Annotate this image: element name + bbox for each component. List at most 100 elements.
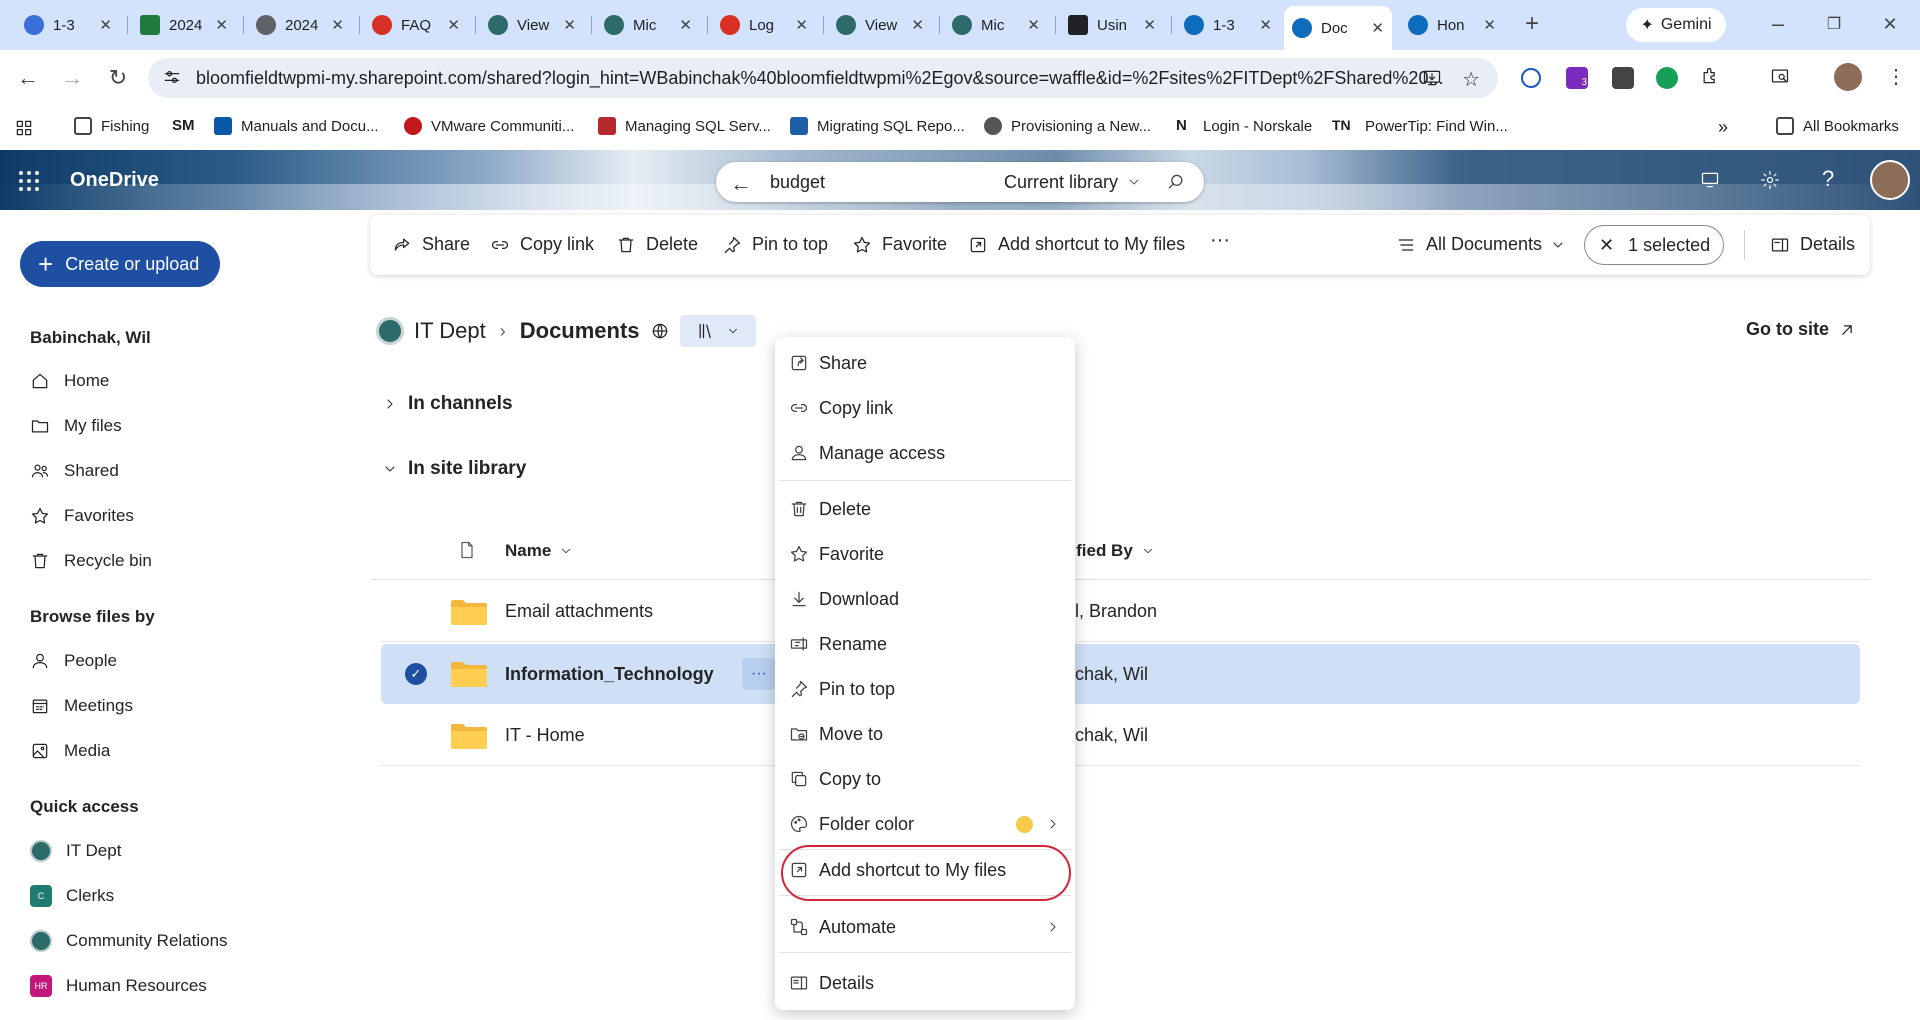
view-switcher[interactable]: All Documents <box>1396 234 1576 255</box>
browser-tab[interactable]: 1-3 ✕ <box>1176 8 1280 42</box>
back-button[interactable]: ← <box>14 64 42 92</box>
more-commands-button[interactable]: ··· <box>1210 229 1230 252</box>
gemini-button[interactable]: ✦ Gemini <box>1626 8 1726 42</box>
search-icon[interactable] <box>1166 172 1186 192</box>
close-icon[interactable]: ✕ <box>1473 16 1496 34</box>
monitor-icon[interactable] <box>1700 170 1720 190</box>
close-icon[interactable]: ✕ <box>1133 16 1156 34</box>
close-icon[interactable]: ✕ <box>205 16 228 34</box>
close-icon[interactable]: ✕ <box>437 16 460 34</box>
extensions-puzzle-icon[interactable] <box>1700 66 1720 86</box>
close-icon[interactable]: ✕ <box>1599 235 1614 256</box>
back-arrow-icon[interactable]: ← <box>730 171 752 197</box>
restore-button[interactable]: ❐ <box>1820 10 1848 38</box>
nav-item-meetings[interactable]: Meetings <box>30 696 133 716</box>
browser-tab[interactable]: View ✕ <box>480 8 584 42</box>
nav-item-people[interactable]: People <box>30 651 117 671</box>
chevron-down-icon[interactable] <box>1126 174 1142 190</box>
library-view-button[interactable] <box>679 315 756 347</box>
browser-tab[interactable]: Mic ✕ <box>596 8 700 42</box>
site-info-icon[interactable] <box>162 67 184 89</box>
file-name[interactable]: Email attachments <box>505 601 653 622</box>
file-name[interactable]: Information_Technology <box>505 664 714 685</box>
install-app-icon[interactable] <box>1422 68 1442 88</box>
add-shortcut-button[interactable]: Add shortcut to My files <box>968 234 1185 255</box>
close-icon[interactable]: ✕ <box>1361 19 1384 37</box>
bookmark-manuals[interactable]: Manuals and Docu... <box>214 117 379 135</box>
quick-access-clerks[interactable]: C Clerks <box>30 885 114 907</box>
menu-item-copy-link[interactable]: Copy link <box>789 388 1061 428</box>
nav-item-my-files[interactable]: My files <box>30 416 122 436</box>
grammar-icon[interactable] <box>1656 67 1678 89</box>
search-box[interactable]: ← budget Current library <box>716 162 1204 202</box>
bookmark-sm[interactable]: SM <box>172 117 195 134</box>
bookmark-powertip[interactable]: TN PowerTip: Find Win... <box>1332 117 1508 135</box>
bookmark-star-icon[interactable]: ☆ <box>1462 67 1480 92</box>
checkmark-icon[interactable]: ✓ <box>405 663 427 685</box>
bookmark-norskale[interactable]: N Login - Norskale <box>1176 117 1312 135</box>
go-to-site-link[interactable]: Go to site <box>1746 319 1857 340</box>
browser-tab[interactable]: 2024 ✕ <box>132 8 236 42</box>
column-header-name[interactable]: Name <box>505 541 573 561</box>
nav-item-home[interactable]: Home <box>30 371 109 391</box>
file-name[interactable]: IT - Home <box>505 725 585 746</box>
menu-item-rename[interactable]: Rename <box>789 624 1061 664</box>
extension-icon[interactable]: 3 <box>1566 67 1588 89</box>
minimize-button[interactable]: – <box>1764 10 1792 38</box>
search-input[interactable]: budget <box>770 172 825 193</box>
app-name[interactable]: OneDrive <box>70 169 159 192</box>
menu-item-favorite[interactable]: Favorite <box>789 534 1061 574</box>
section-in-channels[interactable]: In channels <box>382 393 513 415</box>
all-bookmarks[interactable]: All Bookmarks <box>1776 117 1899 135</box>
breadcrumb-library[interactable]: Documents <box>520 318 640 344</box>
password-manager-icon[interactable] <box>1521 68 1541 88</box>
close-icon[interactable]: ✕ <box>321 16 344 34</box>
menu-item-download[interactable]: Download <box>789 579 1061 619</box>
search-scope[interactable]: Current library <box>1004 172 1118 193</box>
close-icon[interactable]: ✕ <box>669 16 692 34</box>
reload-button[interactable]: ↻ <box>104 64 132 92</box>
create-or-upload-button[interactable]: + Create or upload <box>20 241 220 287</box>
menu-item-pin-to-top[interactable]: Pin to top <box>789 669 1061 709</box>
menu-item-manage-access[interactable]: Manage access <box>789 433 1061 473</box>
browser-tab[interactable]: Log ✕ <box>712 8 816 42</box>
nav-item-favorites[interactable]: Favorites <box>30 506 134 526</box>
apps-grid-icon[interactable] <box>14 118 34 138</box>
section-in-site-library[interactable]: In site library <box>382 458 526 480</box>
quick-access-human-resources[interactable]: HR Human Resources <box>30 975 207 997</box>
browser-tab[interactable]: Usin ✕ <box>1060 8 1164 42</box>
help-icon[interactable]: ? <box>1822 166 1834 192</box>
close-icon[interactable]: ✕ <box>553 16 576 34</box>
quick-access-it-dept[interactable]: IT Dept <box>30 840 121 862</box>
bookmark-sql-migrating[interactable]: Migrating SQL Repo... <box>790 117 965 135</box>
nav-item-media[interactable]: Media <box>30 741 110 761</box>
table-row[interactable]: Email attachments ell, Brandon <box>381 582 1860 642</box>
browser-menu-icon[interactable]: ⋮ <box>1886 64 1906 89</box>
close-icon[interactable]: ✕ <box>901 16 924 34</box>
quick-access-community-relations[interactable]: Community Relations <box>30 930 228 952</box>
menu-item-copy-to[interactable]: Copy to <box>789 759 1061 799</box>
user-avatar[interactable] <box>1870 160 1910 200</box>
delete-button[interactable]: Delete <box>616 234 698 255</box>
nav-item-shared[interactable]: Shared <box>30 461 119 481</box>
details-button[interactable]: Details <box>1770 234 1855 255</box>
close-icon[interactable]: ✕ <box>1017 16 1040 34</box>
browser-tab[interactable]: View ✕ <box>828 8 932 42</box>
menu-item-folder-color[interactable]: Folder color <box>789 804 1061 844</box>
browser-tab[interactable]: FAQ ✕ <box>364 8 468 42</box>
nav-item-recycle-bin[interactable]: Recycle bin <box>30 551 152 571</box>
table-row[interactable]: IT - Home inchak, Wil <box>381 706 1860 766</box>
selection-count-pill[interactable]: ✕ 1 selected <box>1584 225 1724 265</box>
close-icon[interactable]: ✕ <box>785 16 808 34</box>
share-button[interactable]: Share <box>392 234 470 255</box>
close-icon[interactable]: ✕ <box>1249 16 1272 34</box>
more-actions-button[interactable]: ··· <box>742 658 776 690</box>
openai-icon[interactable] <box>1612 67 1634 89</box>
menu-item-automate[interactable]: Automate <box>789 907 1061 947</box>
copy-link-button[interactable]: Copy link <box>490 234 594 255</box>
favorite-button[interactable]: Favorite <box>852 234 947 255</box>
column-header-modified-by[interactable]: dified By <box>1061 541 1155 561</box>
bookmark-provisioning[interactable]: Provisioning a New... <box>984 117 1151 135</box>
settings-gear-icon[interactable] <box>1760 170 1780 190</box>
browser-tab[interactable]: Hon ✕ <box>1400 8 1504 42</box>
